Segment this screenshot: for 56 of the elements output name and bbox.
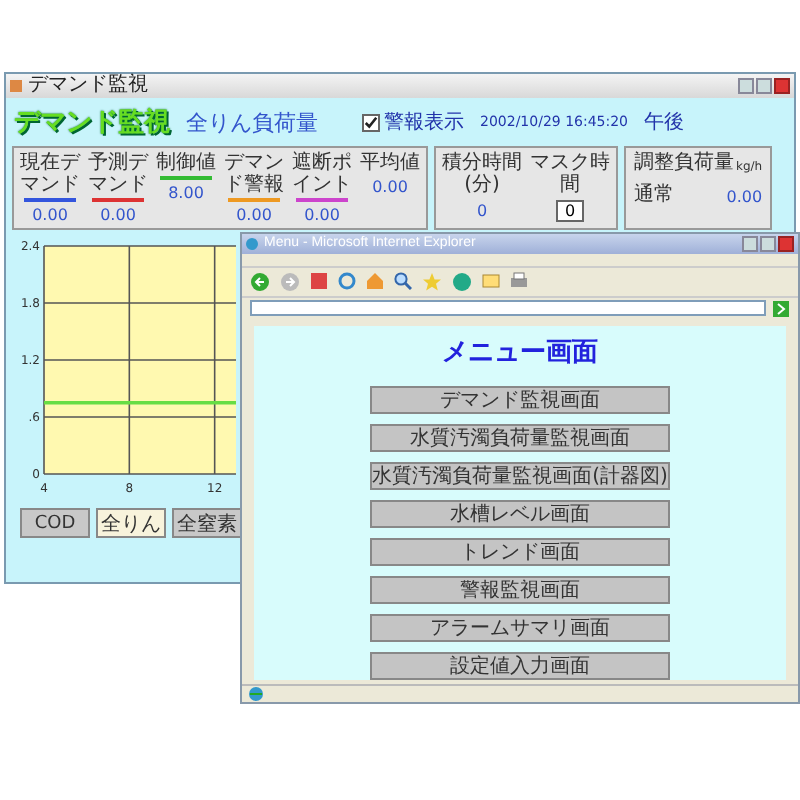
- adjust-mode: 通常: [634, 181, 674, 208]
- close-button[interactable]: [778, 235, 794, 252]
- address-field[interactable]: [250, 300, 766, 317]
- star-icon[interactable]: [422, 271, 442, 292]
- menu-button[interactable]: トレンド画面: [370, 537, 670, 566]
- window-title: デマンド監視: [28, 74, 148, 98]
- adjust-value: 0.00: [726, 187, 763, 205]
- mode-button[interactable]: 全りん: [96, 508, 166, 538]
- timer-label: マスク時間: [528, 152, 612, 196]
- screen-heading: デマンド監視: [14, 105, 170, 140]
- indicator-value: 0.00: [100, 206, 136, 224]
- indicator-value: 8.00: [168, 184, 204, 202]
- maximize-button[interactable]: [760, 235, 776, 252]
- menu-button[interactable]: アラームサマリ画面: [370, 613, 670, 642]
- browser-icon: [246, 237, 258, 250]
- indicator-label: 現在デマンド: [18, 152, 82, 196]
- indicator-label: 予測デマンド: [86, 152, 150, 196]
- mode-button[interactable]: COD: [20, 508, 90, 538]
- indicator-label: 遮断ポイント: [290, 152, 354, 196]
- menu-button[interactable]: 水質汚濁負荷量監視画面(計器図): [370, 461, 670, 490]
- menu-button[interactable]: 水槽レベル画面: [370, 499, 670, 528]
- globe-icon: [248, 685, 264, 702]
- adjust-label: 調整負荷量: [634, 152, 734, 174]
- screen-subheading: 全りん負荷量: [186, 107, 318, 137]
- indicator-value: 0.00: [372, 178, 408, 196]
- search-icon[interactable]: [394, 272, 412, 291]
- print-icon[interactable]: [510, 272, 528, 291]
- indicator-value: 0.00: [236, 206, 272, 224]
- menu-button[interactable]: 設定値入力画面: [370, 651, 670, 680]
- stop-icon[interactable]: [310, 272, 328, 291]
- indicator-value: 0.00: [304, 206, 340, 224]
- refresh-icon[interactable]: [338, 272, 356, 291]
- indicator-label: デマンド警報: [222, 152, 286, 196]
- minimize-button[interactable]: [738, 78, 754, 94]
- checkbox-label: 警報表示: [384, 109, 464, 136]
- time-period: 午後: [644, 110, 685, 136]
- timer-label: 積分時間(分): [440, 152, 524, 196]
- timer-value: 0: [476, 202, 488, 220]
- mode-button[interactable]: 全窒素: [172, 508, 242, 538]
- page-heading: メニュー画面: [442, 335, 598, 370]
- back-icon[interactable]: [250, 271, 270, 292]
- indicator-label: 平均値: [358, 152, 422, 174]
- menu-button[interactable]: デマンド監視画面: [370, 385, 670, 414]
- mask-time-field[interactable]: 0: [556, 200, 584, 222]
- indicator-value: 0.00: [32, 206, 68, 224]
- menu-button[interactable]: 警報監視画面: [370, 575, 670, 604]
- minimize-button[interactable]: [742, 235, 758, 252]
- indicator-label: 制御値: [154, 152, 218, 174]
- go-icon[interactable]: [772, 299, 790, 318]
- maximize-button[interactable]: [756, 78, 772, 94]
- home-icon[interactable]: [366, 272, 384, 291]
- mail-icon[interactable]: [482, 272, 500, 291]
- forward-icon[interactable]: [280, 271, 300, 292]
- app-icon: [10, 80, 22, 92]
- menu-button[interactable]: 水質汚濁負荷量監視画面: [370, 423, 670, 452]
- checkbox[interactable]: [362, 113, 380, 131]
